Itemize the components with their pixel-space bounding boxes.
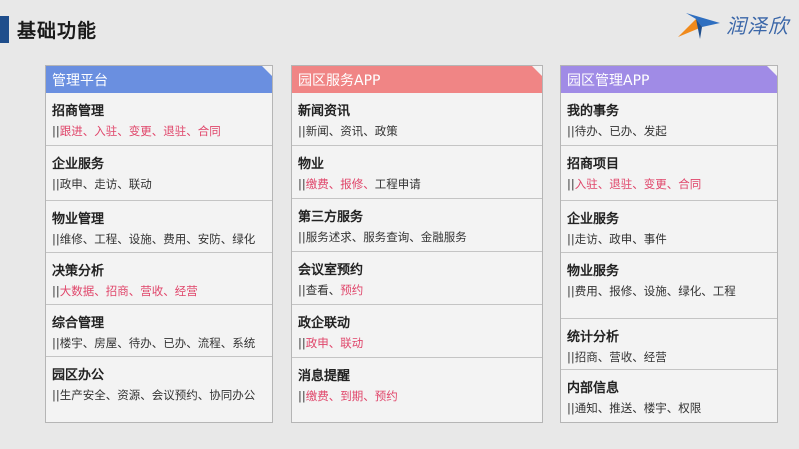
item-desc-text: 跟进、入驻、变更、退驻、合同 [59,124,221,138]
list-item: 物业管理 ||维修、工程、设施、费用、安防、绿化 [46,200,272,252]
list-item: 新闻资讯 ||新闻、资讯、政策 [292,93,542,145]
column-header: 园区管理APP [561,66,777,93]
item-desc: ||走访、政申、事件 [567,232,667,246]
column-title: 管理平台 [52,72,108,89]
item-title: 物业服务 [567,264,620,279]
item-title: 招商管理 [52,104,105,119]
list-item: 消息提醒 ||缴费、到期、预约 [292,357,542,422]
title-accent-bar [0,16,9,43]
item-desc: ||生产安全、资源、会议预约、协同办公 [52,388,256,402]
item-desc: ||入驻、退驻、变更、合同 [567,177,702,191]
item-title: 决策分析 [52,264,105,279]
brand-logo: 润泽欣 [676,6,789,42]
item-desc: ||通知、推送、楼宇、权限 [567,401,702,415]
item-desc-text: 大数据、招商、营收、经营 [59,284,198,298]
item-desc: ||缴费、到期、预约 [298,389,398,403]
item-desc: ||新闻、资讯、政策 [298,124,398,138]
item-desc: ||跟进、入驻、变更、退驻、合同 [52,124,221,138]
item-title: 消息提醒 [298,369,351,384]
list-item: 物业服务 ||费用、报修、设施、绿化、工程 [561,252,777,318]
column-header: 管理平台 [46,66,272,93]
column-title: 园区管理APP [567,72,650,89]
item-title: 第三方服务 [298,210,364,225]
section-title-bar: 基础功能 [0,16,97,43]
list-item: 决策分析 ||大数据、招商、营收、经营 [46,252,272,304]
item-desc: ||招商、营收、经营 [567,350,667,364]
list-item: 综合管理 ||楼宇、房屋、待办、已办、流程、系统 [46,304,272,356]
item-title: 会议室预约 [298,263,364,278]
item-title: 物业 [298,157,325,172]
item-desc: ||政申、走访、联动 [52,177,152,191]
column-header: 园区服务APP [292,66,542,93]
item-title: 园区办公 [52,368,105,383]
item-desc: ||维修、工程、设施、费用、安防、绿化 [52,232,256,246]
list-item: 企业服务 ||政申、走访、联动 [46,145,272,200]
list-item: 园区办公 ||生产安全、资源、会议预约、协同办公 [46,356,272,422]
item-title: 新闻资讯 [298,104,351,119]
list-item: 第三方服务 ||服务述求、服务查询、金融服务 [292,198,542,251]
list-item: 统计分析 ||招商、营收、经营 [561,318,777,369]
column-park-service-app: 园区服务APP 新闻资讯 ||新闻、资讯、政策 物业 ||缴费、报修、工程申请 … [291,65,543,423]
item-desc: ||大数据、招商、营收、经营 [52,284,198,298]
column-park-management-app: 园区管理APP 我的事务 ||待办、已办、发起 招商项目 ||入驻、退驻、变更、… [560,65,778,423]
item-desc: ||查看、预约 [298,283,364,297]
item-title: 内部信息 [567,381,620,396]
item-title: 企业服务 [567,212,620,227]
item-title: 企业服务 [52,157,105,172]
item-desc: ||政申、联动 [298,336,364,350]
list-item: 企业服务 ||走访、政申、事件 [561,200,777,252]
item-title: 政企联动 [298,316,351,331]
logo-bird-icon [678,13,720,39]
item-title: 统计分析 [567,330,620,345]
logo-text: 润泽欣 [726,13,789,38]
item-desc: ||楼宇、房屋、待办、已办、流程、系统 [52,336,256,350]
list-item: 会议室预约 ||查看、预约 [292,251,542,304]
column-management-platform: 管理平台 招商管理 ||跟进、入驻、变更、退驻、合同 企业服务 ||政申、走访、… [45,65,273,423]
list-item: 招商项目 ||入驻、退驻、变更、合同 [561,145,777,200]
item-desc: ||缴费、报修、工程申请 [298,177,421,191]
item-desc: ||待办、已办、发起 [567,124,667,138]
column-title: 园区服务APP [298,72,381,89]
list-item: 我的事务 ||待办、已办、发起 [561,93,777,145]
list-item: 物业 ||缴费、报修、工程申请 [292,145,542,198]
item-title: 物业管理 [52,212,105,227]
page-title: 基础功能 [17,20,98,42]
item-desc: ||服务述求、服务查询、金融服务 [298,230,467,244]
item-title: 招商项目 [567,157,620,172]
item-title: 综合管理 [52,316,105,331]
list-item: 内部信息 ||通知、推送、楼宇、权限 [561,369,777,423]
item-title: 我的事务 [567,104,620,119]
item-desc: ||费用、报修、设施、绿化、工程 [567,284,736,298]
list-item: 政企联动 ||政申、联动 [292,304,542,357]
list-item: 招商管理 ||跟进、入驻、变更、退驻、合同 [46,93,272,145]
